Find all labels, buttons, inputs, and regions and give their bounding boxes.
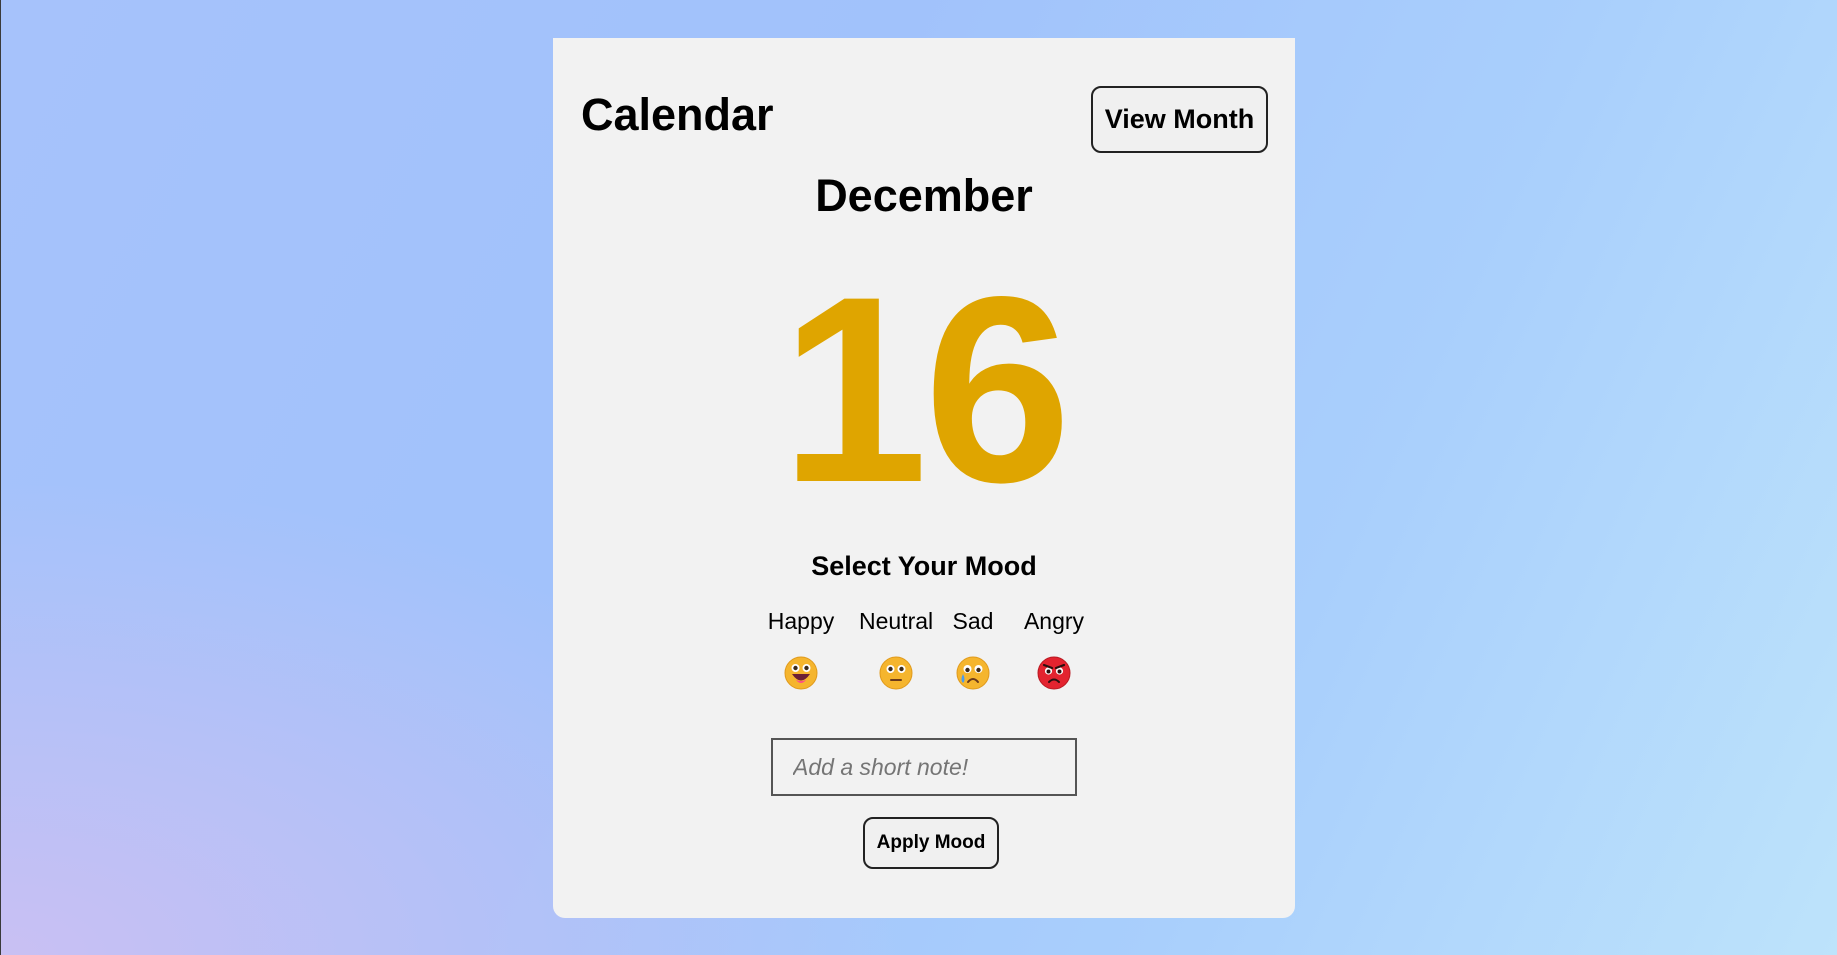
mood-options: Happy Neutral Sad Angry — [553, 610, 1295, 730]
apply-mood-button[interactable]: Apply Mood — [863, 817, 999, 869]
day-number: 16 — [780, 242, 1072, 538]
mood-option-angry[interactable]: Angry — [1023, 610, 1085, 690]
sad-tear-face-icon[interactable] — [956, 656, 990, 690]
angry-face-icon[interactable] — [1037, 656, 1071, 690]
mood-option-sad[interactable]: Sad — [951, 610, 995, 690]
month-name: December — [815, 170, 1033, 221]
page-title: Calendar — [581, 89, 774, 140]
mood-heading: Select Your Mood — [811, 551, 1037, 581]
mood-label-angry: Angry — [1023, 608, 1085, 634]
happy-face-icon[interactable] — [784, 656, 818, 690]
neutral-face-icon[interactable] — [879, 656, 913, 690]
mood-label-sad: Sad — [952, 608, 994, 634]
calendar-card: Calendar View Month December 16 Select Y… — [553, 38, 1295, 918]
window-edge — [0, 0, 1, 955]
mood-label-happy: Happy — [767, 608, 835, 634]
mood-option-happy[interactable]: Happy — [767, 610, 835, 690]
mood-option-neutral[interactable]: Neutral — [859, 610, 933, 690]
view-month-button[interactable]: View Month — [1091, 86, 1268, 153]
note-input[interactable] — [771, 738, 1077, 796]
mood-label-neutral: Neutral — [859, 608, 934, 634]
